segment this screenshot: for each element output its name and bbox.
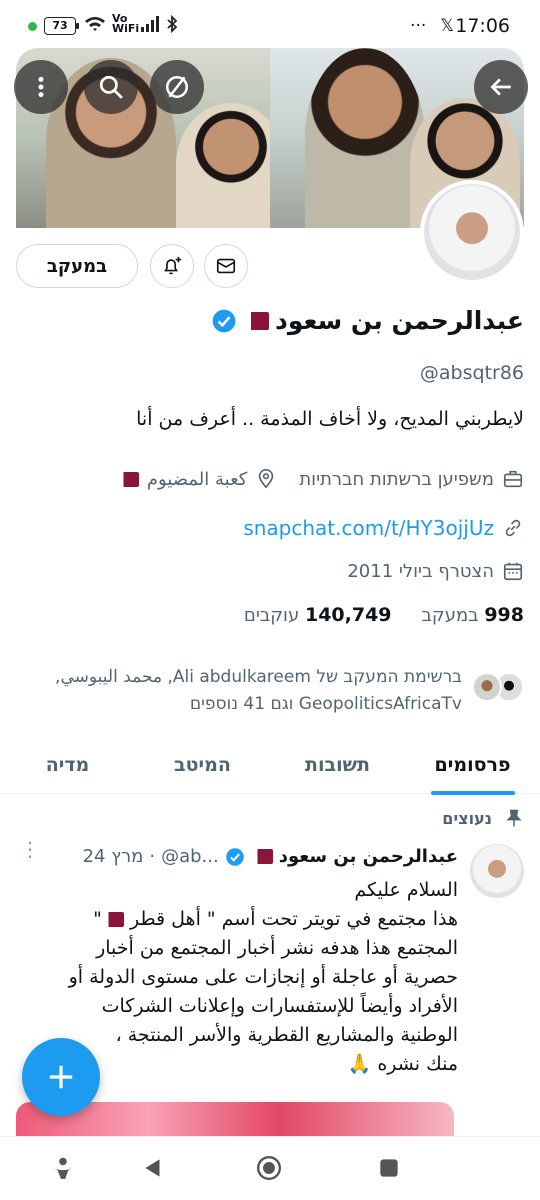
person-icon <box>53 1157 73 1179</box>
battery-icon: 73 <box>44 17 79 35</box>
envelope-icon <box>216 258 236 274</box>
notifications-button[interactable] <box>150 244 194 288</box>
tab-highlights[interactable]: המיטב <box>135 740 270 793</box>
tab-replies[interactable]: תשובות <box>270 740 405 793</box>
pin-icon <box>506 809 522 827</box>
compose-button[interactable] <box>22 1038 100 1116</box>
qatar-flag-icon <box>101 912 124 927</box>
nav-back-button[interactable] <box>140 1155 166 1185</box>
profile-bio: لايطربني المديح، ولا أخاف المذمة .. أعرف… <box>136 408 524 430</box>
wifi-icon <box>85 17 105 31</box>
follow-stats: 998 במעקב 140,749 עוקבים <box>244 604 524 626</box>
mute-button[interactable] <box>150 60 204 114</box>
briefcase-icon <box>503 470 523 488</box>
profile-location: كعبة المضيوم <box>146 468 248 490</box>
profile-meta-row: משפיען ברשתות חברתיות كعبة المضيوم <box>116 468 524 490</box>
message-button[interactable] <box>204 244 248 288</box>
tweet-handle: @ab... <box>161 846 219 867</box>
tweet-date: 24 מרץ <box>82 846 144 867</box>
calendar-icon <box>503 562 523 581</box>
profile-link-row: snapchat.com/t/HY3ojjUz <box>243 516 524 540</box>
more-notifications-icon: ··· <box>410 16 427 36</box>
profile-category: משפיען ברשתות חברתיות <box>299 468 494 490</box>
profile-joined-row: הצטרף ביולי 2011 <box>347 560 524 582</box>
qatar-flag-icon <box>116 471 139 487</box>
slash-circle-icon <box>166 76 188 98</box>
tweet-header[interactable]: عبدالرحمن بن سعود @ab... · 24 מרץ <box>83 846 458 867</box>
back-button[interactable] <box>474 60 528 114</box>
profile-link[interactable]: snapchat.com/t/HY3ojjUz <box>243 516 494 540</box>
tweet-more-icon[interactable]: ⋮ <box>20 839 40 859</box>
following-stat[interactable]: 998 במעקב <box>422 604 524 626</box>
status-bar: 73 Vo WiFi ··· 𝕏 17:06 <box>0 0 540 52</box>
vowifi-label: Vo WiFi <box>112 12 140 35</box>
vertical-dots-icon <box>38 76 44 98</box>
clock: 17:06 <box>455 15 510 37</box>
verified-badge-icon[interactable] <box>211 308 237 334</box>
nav-assistant-button[interactable] <box>50 1155 76 1185</box>
profile-avatar[interactable] <box>420 180 524 284</box>
profile-tabs: פרסומים תשובות המיטב מדיה <box>0 740 540 794</box>
x-app-icon: 𝕏 <box>440 16 454 36</box>
link-icon <box>505 519 521 537</box>
profile-name: عبدالرحمن بن سعود <box>275 306 524 335</box>
search-button[interactable] <box>84 60 138 114</box>
more-options-button[interactable] <box>14 60 68 114</box>
followers-stat[interactable]: 140,749 עוקבים <box>244 604 392 626</box>
nav-home-button[interactable] <box>256 1155 282 1185</box>
pinned-label-row: נעוצים <box>442 808 524 828</box>
system-nav-bar <box>0 1136 540 1200</box>
square-recents-icon <box>380 1159 398 1177</box>
banner-person <box>305 48 425 228</box>
tweet-author-avatar[interactable] <box>470 844 524 898</box>
tab-posts[interactable]: פרסומים <box>405 740 540 793</box>
bluetooth-icon <box>167 15 178 33</box>
triangle-back-icon <box>145 1159 160 1177</box>
profile-name-row: عبدالرحمن بن سعود <box>211 306 524 335</box>
following-button[interactable]: במעקב <box>16 244 138 288</box>
tab-media[interactable]: מדיה <box>0 740 135 793</box>
bell-plus-icon <box>164 256 182 275</box>
back-arrow-icon <box>490 78 511 96</box>
followed-by-row[interactable]: ברשימת המעקב של Ali abdulkareem, محمد ال… <box>16 664 524 718</box>
profile-joined: הצטרף ביולי 2011 <box>347 560 494 582</box>
plus-icon <box>49 1065 73 1089</box>
tweet-author-name: عبدالرحمن بن سعود <box>278 846 458 867</box>
home-circle-icon <box>256 1155 282 1181</box>
nav-recents-button[interactable] <box>376 1155 402 1185</box>
signal-icon <box>141 16 159 32</box>
search-icon <box>99 75 123 99</box>
location-pin-icon <box>259 469 274 489</box>
profile-handle: @absqtr86 <box>419 362 524 384</box>
qatar-flag-icon <box>250 849 273 864</box>
verified-badge-icon <box>225 847 244 866</box>
notification-dot <box>28 22 37 31</box>
qatar-flag-icon <box>243 311 269 330</box>
follower-avatar <box>472 672 502 702</box>
